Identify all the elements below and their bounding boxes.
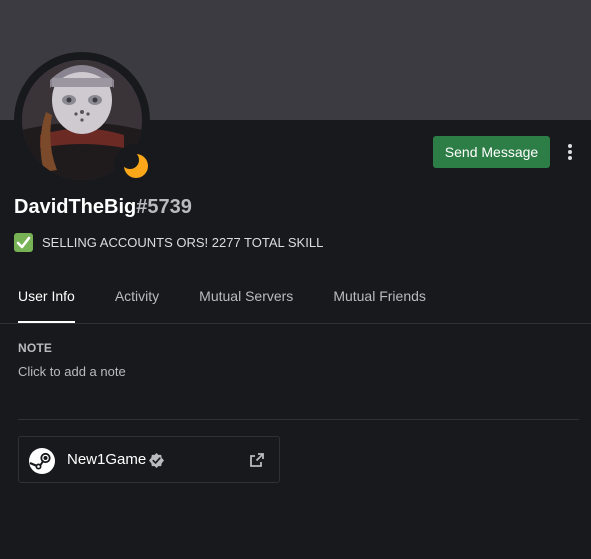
- tab-mutual-servers[interactable]: Mutual Servers: [199, 283, 293, 323]
- tab-user-info[interactable]: User Info: [18, 283, 75, 323]
- discriminator: #5739: [136, 196, 192, 218]
- tabs-divider: [0, 323, 591, 324]
- send-message-button[interactable]: Send Message: [433, 136, 550, 168]
- connection-card: New1Game: [18, 436, 280, 483]
- note-heading: NOTE: [18, 341, 53, 355]
- custom-status-text: SELLING ACCOUNTS ORS! 2277 TOTAL SKILL: [42, 235, 324, 250]
- external-link-icon[interactable]: [249, 452, 265, 468]
- section-divider: [18, 419, 579, 420]
- note-field[interactable]: Click to add a note: [18, 364, 318, 379]
- connection-account-name: New1Game: [67, 451, 147, 468]
- username-tag[interactable]: DavidTheBig#5739: [14, 196, 192, 219]
- presence-indicator: [114, 144, 158, 188]
- steam-icon: [29, 448, 55, 474]
- verified-badge-icon: [149, 453, 164, 468]
- tab-activity[interactable]: Activity: [115, 283, 159, 323]
- tab-mutual-friends[interactable]: Mutual Friends: [333, 283, 426, 323]
- custom-status: SELLING ACCOUNTS ORS! 2277 TOTAL SKILL: [14, 233, 323, 252]
- avatar-frame: [14, 52, 158, 188]
- idle-moon-icon: [122, 152, 148, 178]
- username: DavidTheBig: [14, 196, 137, 218]
- profile-tabs: User Info Activity Mutual Servers Mutual…: [18, 283, 466, 323]
- more-options-icon[interactable]: [560, 140, 580, 164]
- white-check-mark-icon: [14, 233, 33, 252]
